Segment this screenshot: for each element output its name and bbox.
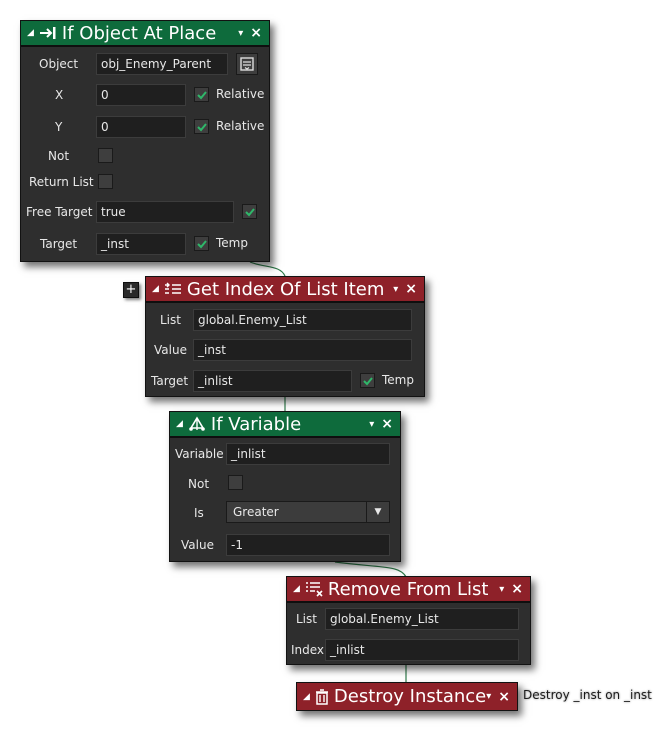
collapse-triangle-icon[interactable]: ◢ xyxy=(27,28,34,38)
temp-label: Temp xyxy=(382,373,414,387)
arrow-to-bar-icon xyxy=(39,25,57,41)
node-remove-from-list[interactable]: ◢ Remove From List ▾ × List global.Enemy… xyxy=(286,576,531,665)
dropdown-arrow-icon[interactable]: ▾ xyxy=(499,584,504,595)
return-list-label: Return List xyxy=(29,175,94,189)
value-field[interactable]: _inst xyxy=(193,339,412,361)
node-get-index-of-list-item[interactable]: ◢ Get Index Of List Item ▾ × List global… xyxy=(145,276,425,397)
checkmark-icon xyxy=(196,122,207,131)
index-label: Index xyxy=(291,643,325,657)
value-field[interactable]: -1 xyxy=(226,534,390,556)
list-remove-icon xyxy=(305,581,323,597)
y-label: Y xyxy=(55,120,63,134)
node-title: If Variable xyxy=(210,413,302,435)
target-label: Target xyxy=(40,237,78,251)
collapse-triangle-icon[interactable]: ◢ xyxy=(152,284,159,294)
list-label: List xyxy=(296,612,317,626)
node-title: Get Index Of List Item xyxy=(186,278,385,300)
free-target-checkbox[interactable] xyxy=(242,204,257,219)
checkmark-icon xyxy=(196,239,207,248)
trash-icon xyxy=(315,688,329,705)
variable-label: Variable xyxy=(175,447,224,461)
node-if-object-at-place[interactable]: ◢ If Object At Place ▾ × Object obj_Enem… xyxy=(20,20,270,262)
value-label: Value xyxy=(154,343,187,357)
node-if-variable[interactable]: ◢ If Variable ▾ × Variable _inlist Not I… xyxy=(169,411,401,562)
node-destroy-instance[interactable]: ◢ Destroy Instance ▾ × xyxy=(296,682,518,711)
node-header[interactable]: ◢ Get Index Of List Item ▾ × xyxy=(146,277,424,303)
x-relative-label: Relative xyxy=(216,87,265,101)
not-checkbox[interactable] xyxy=(228,475,243,490)
object-label: Object xyxy=(39,57,79,71)
temp-label: Temp xyxy=(216,236,248,250)
y-field[interactable]: 0 xyxy=(96,116,186,138)
value-label: Value xyxy=(181,538,214,552)
object-field[interactable]: obj_Enemy_Parent xyxy=(96,53,228,75)
free-target-field[interactable]: true xyxy=(96,201,234,223)
close-icon[interactable]: × xyxy=(381,416,393,432)
checkmark-icon xyxy=(244,207,255,216)
is-select[interactable]: Greater ▼ xyxy=(226,501,390,523)
target-field[interactable]: _inst xyxy=(96,233,186,255)
target-label: Target xyxy=(151,374,189,388)
list-field[interactable]: global.Enemy_List xyxy=(325,608,519,630)
checkmark-icon xyxy=(196,90,207,99)
node-title: Destroy Instance xyxy=(333,686,487,707)
collapse-triangle-icon[interactable]: ◢ xyxy=(176,419,183,429)
target-field[interactable]: _inlist xyxy=(193,370,352,392)
not-label: Not xyxy=(48,149,70,163)
dropdown-arrow-icon[interactable]: ▾ xyxy=(369,419,374,430)
dropdown-arrow-icon[interactable]: ▾ xyxy=(393,284,398,295)
not-checkbox[interactable] xyxy=(98,148,113,163)
node-header[interactable]: ◢ Remove From List ▾ × xyxy=(287,577,530,603)
checkmark-icon xyxy=(362,376,373,385)
x-label: X xyxy=(55,88,64,102)
temp-checkbox[interactable] xyxy=(360,373,375,388)
list-label: List xyxy=(160,313,181,327)
node-header[interactable]: ◢ Destroy Instance ▾ × xyxy=(297,683,517,710)
close-icon[interactable]: × xyxy=(250,25,262,41)
branch-icon xyxy=(188,416,206,432)
node-header[interactable]: ◢ If Object At Place ▾ × xyxy=(21,21,269,47)
is-select-value: Greater xyxy=(233,505,279,519)
close-icon[interactable]: × xyxy=(498,689,510,705)
node-title: Remove From List xyxy=(327,578,489,600)
add-action-button[interactable]: + xyxy=(123,282,139,298)
free-target-label: Free Target xyxy=(26,205,93,219)
y-relative-label: Relative xyxy=(216,119,265,133)
node-title: If Object At Place xyxy=(61,22,217,44)
x-relative-checkbox[interactable] xyxy=(194,87,209,102)
object-picker-icon xyxy=(240,57,254,71)
temp-checkbox[interactable] xyxy=(194,236,209,251)
close-icon[interactable]: × xyxy=(511,581,523,597)
collapse-triangle-icon[interactable]: ◢ xyxy=(293,584,300,594)
select-arrow-icon[interactable]: ▼ xyxy=(366,502,389,522)
list-field[interactable]: global.Enemy_List xyxy=(193,309,412,331)
node-header[interactable]: ◢ If Variable ▾ × xyxy=(170,412,400,438)
destroy-instance-annotation: Destroy _inst on _inst xyxy=(523,688,652,702)
list-arrow-icon xyxy=(164,281,182,297)
close-icon[interactable]: × xyxy=(405,281,417,297)
dropdown-arrow-icon[interactable]: ▾ xyxy=(238,28,243,39)
object-picker-button[interactable] xyxy=(236,53,258,75)
dropdown-arrow-icon[interactable]: ▾ xyxy=(486,691,491,702)
is-label: Is xyxy=(194,506,204,520)
variable-field[interactable]: _inlist xyxy=(226,443,390,465)
not-label: Not xyxy=(188,477,210,491)
collapse-triangle-icon[interactable]: ◢ xyxy=(303,692,310,702)
return-list-checkbox[interactable] xyxy=(98,174,113,189)
index-field[interactable]: _inlist xyxy=(325,639,519,661)
y-relative-checkbox[interactable] xyxy=(194,119,209,134)
x-field[interactable]: 0 xyxy=(96,84,186,106)
